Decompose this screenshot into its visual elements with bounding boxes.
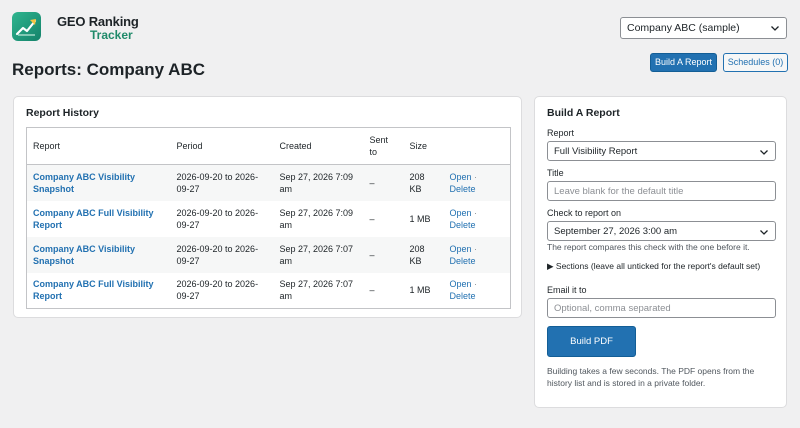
column-header-created: Created bbox=[273, 127, 364, 165]
report-actions: Open · Delete bbox=[443, 164, 511, 201]
open-link[interactable]: Open bbox=[450, 279, 472, 289]
table-header-row: Report Period Created Sent to Size bbox=[26, 127, 511, 165]
report-name-link[interactable]: Company ABC Full Visibility Report bbox=[33, 208, 154, 230]
company-select[interactable]: Company ABC (sample) bbox=[620, 17, 787, 39]
top-bar: GEO Ranking Tracker Company ABC (sample) bbox=[0, 0, 800, 58]
report-created: Sep 27, 2026 7:09 am bbox=[279, 207, 354, 230]
build-report-title: Build A Report bbox=[547, 107, 620, 119]
report-actions: Open · Delete bbox=[443, 236, 511, 273]
trend-chart-icon bbox=[15, 19, 37, 36]
action-separator: · bbox=[474, 171, 478, 182]
brand-name-line2: Tracker bbox=[90, 28, 133, 42]
title-label: Title bbox=[547, 168, 564, 178]
report-size: 1 MB bbox=[409, 213, 431, 224]
table-row: Company ABC Visibility Snapshot 2026-09-… bbox=[26, 236, 511, 273]
title-input[interactable]: Leave blank for the default title bbox=[547, 181, 776, 201]
report-type-label: Report bbox=[547, 128, 575, 138]
action-separator: · bbox=[474, 279, 478, 290]
chevron-down-icon bbox=[771, 26, 779, 31]
report-actions: Open · Delete bbox=[444, 273, 511, 309]
check-value: September 27, 2026 3:00 am bbox=[554, 226, 678, 237]
build-a-report-button[interactable]: Build A Report bbox=[650, 53, 717, 72]
column-header-period: Period bbox=[170, 127, 274, 165]
company-select-value: Company ABC (sample) bbox=[627, 22, 740, 34]
report-type-value: Full Visibility Report bbox=[554, 146, 638, 157]
action-separator: · bbox=[474, 243, 478, 254]
report-sent-to: – bbox=[369, 285, 375, 296]
column-header-actions bbox=[443, 127, 511, 165]
report-history-card: Report History Report Period Created Sen… bbox=[13, 96, 522, 318]
delete-link[interactable]: Delete bbox=[450, 291, 476, 301]
report-sent-to: – bbox=[363, 236, 404, 273]
chevron-down-icon bbox=[760, 230, 768, 235]
report-name-link[interactable]: Company ABC Visibility Snapshot bbox=[33, 172, 135, 194]
email-label: Email it to bbox=[547, 285, 587, 295]
report-history-table: Report Period Created Sent to Size Compa… bbox=[26, 127, 511, 309]
open-link[interactable]: Open bbox=[450, 172, 472, 182]
report-actions: Open · Delete bbox=[444, 201, 511, 237]
report-name-link[interactable]: Company ABC Full Visibility Report bbox=[33, 279, 154, 301]
report-name-link[interactable]: Company ABC Visibility Snapshot bbox=[33, 244, 135, 266]
build-footer-help: Building takes a few seconds. The PDF op… bbox=[547, 366, 755, 388]
schedules-button[interactable]: Schedules (0) bbox=[723, 53, 788, 72]
column-header-size: Size bbox=[403, 127, 444, 165]
report-sent-to: – bbox=[369, 213, 375, 224]
report-created: Sep 27, 2026 7:07 am bbox=[279, 279, 354, 302]
table-row: Company ABC Full Visibility Report 2026-… bbox=[27, 273, 511, 309]
table-row: Company ABC Full Visibility Report 2026-… bbox=[27, 201, 511, 237]
logo bbox=[12, 12, 41, 41]
delete-link[interactable]: Delete bbox=[450, 184, 476, 194]
check-help-text: The report compares this check with the … bbox=[547, 242, 750, 252]
report-size: 208 KB bbox=[403, 164, 444, 201]
report-period: 2026-09-20 to 2026-09-27 bbox=[176, 279, 259, 302]
report-size: 208 KB bbox=[403, 236, 444, 273]
report-period: 2026-09-20 to 2026-09-27 bbox=[170, 164, 274, 201]
delete-link[interactable]: Delete bbox=[450, 220, 476, 230]
report-history-title: Report History bbox=[26, 107, 99, 119]
report-period: 2026-09-20 to 2026-09-27 bbox=[176, 207, 259, 230]
brand-name-line1: GEO Ranking bbox=[57, 14, 139, 29]
column-header-sent-to: Sent to bbox=[363, 127, 404, 165]
sections-disclosure[interactable]: ▶ Sections (leave all unticked for the r… bbox=[547, 261, 760, 272]
email-input[interactable]: Optional, comma separated bbox=[547, 298, 776, 318]
build-report-card: Build A Report Report Full Visibility Re… bbox=[534, 96, 787, 408]
page-title: Reports: Company ABC bbox=[12, 60, 205, 79]
open-link[interactable]: Open bbox=[450, 208, 472, 218]
report-period: 2026-09-20 to 2026-09-27 bbox=[170, 236, 274, 273]
report-sent-to: – bbox=[363, 164, 404, 201]
table-row: Company ABC Visibility Snapshot 2026-09-… bbox=[26, 164, 511, 201]
report-type-select[interactable]: Full Visibility Report bbox=[547, 141, 776, 161]
check-select[interactable]: September 27, 2026 3:00 am bbox=[547, 221, 776, 241]
check-label: Check to report on bbox=[547, 208, 622, 218]
action-separator: · bbox=[474, 207, 478, 218]
report-size: 1 MB bbox=[409, 285, 431, 296]
report-created: Sep 27, 2026 7:07 am bbox=[273, 236, 364, 273]
chevron-down-icon bbox=[760, 150, 768, 155]
open-link[interactable]: Open bbox=[450, 244, 472, 254]
build-pdf-button[interactable]: Build PDF bbox=[547, 326, 636, 357]
report-created: Sep 27, 2026 7:09 am bbox=[273, 164, 364, 201]
delete-link[interactable]: Delete bbox=[450, 256, 476, 266]
column-header-report: Report bbox=[26, 127, 171, 165]
